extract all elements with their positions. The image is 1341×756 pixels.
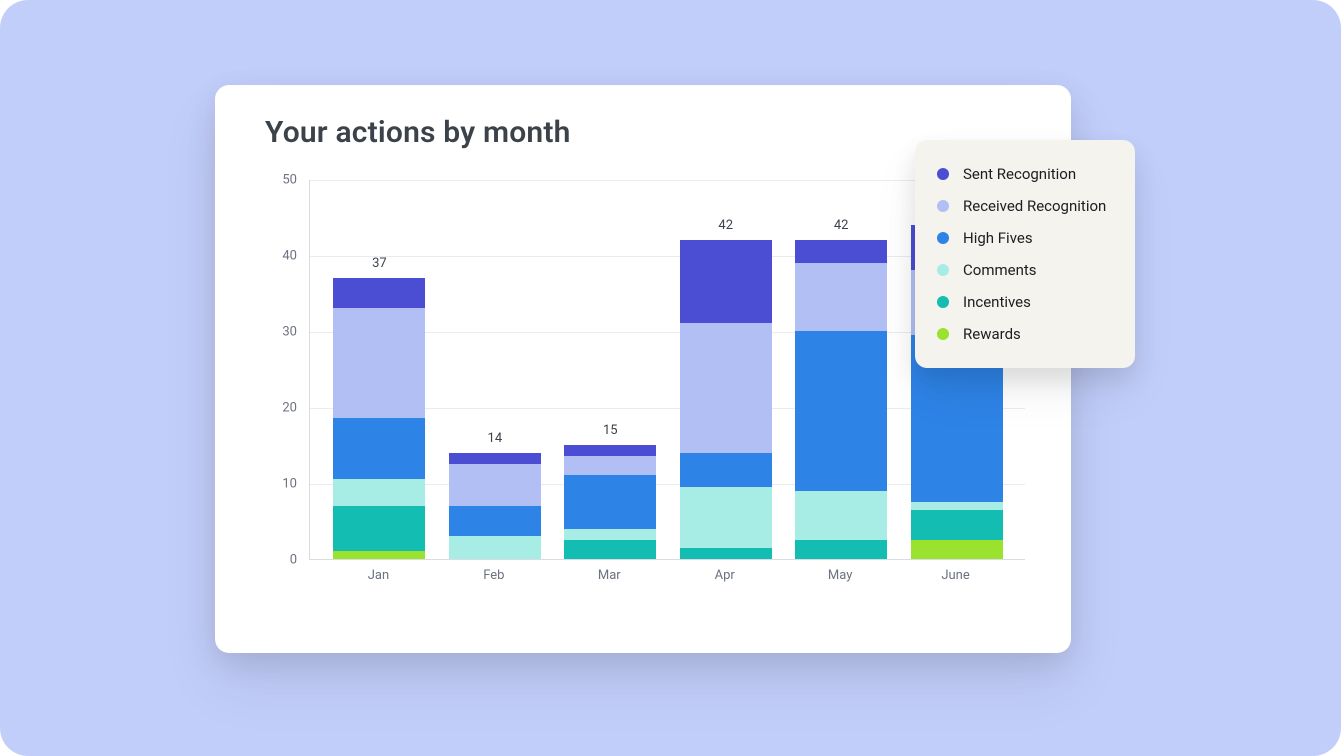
bar-total-label: 14	[488, 431, 503, 446]
bar-segment	[911, 510, 1003, 540]
bar-segment	[680, 453, 772, 487]
stacked-bar: 42	[795, 240, 887, 559]
legend-swatch	[937, 264, 949, 276]
bar-segment	[795, 331, 887, 491]
x-tick-label: Feb	[448, 568, 540, 583]
stacked-bar: 37	[333, 278, 425, 559]
bar-segment	[911, 502, 1003, 510]
legend-item: Sent Recognition	[937, 158, 1113, 190]
bar-total-label: 42	[718, 218, 733, 233]
bar-segment	[449, 453, 541, 464]
bar-segment	[680, 548, 772, 559]
x-axis: Jan Feb Mar Apr May June	[309, 568, 1025, 588]
bar-segment	[449, 464, 541, 506]
bar-segment	[333, 479, 425, 506]
bar-segment	[564, 475, 656, 528]
stacked-bar: 42	[680, 240, 772, 559]
bar-segment	[795, 540, 887, 559]
bar-segment	[795, 491, 887, 540]
chart-title: Your actions by month	[265, 115, 1021, 150]
bar-segment	[333, 308, 425, 418]
page-background: Your actions by month 01020304050 371415…	[0, 0, 1341, 756]
bar-segment	[795, 240, 887, 263]
legend-swatch	[937, 168, 949, 180]
bar-segment	[680, 323, 772, 452]
y-tick-label: 20	[265, 401, 297, 416]
bar-segment	[564, 529, 656, 540]
y-tick-label: 0	[265, 553, 297, 568]
legend-item: High Fives	[937, 222, 1113, 254]
y-axis: 01020304050	[265, 180, 309, 560]
legend-label: High Fives	[963, 229, 1033, 247]
legend-label: Comments	[963, 261, 1037, 279]
y-tick-label: 30	[265, 325, 297, 340]
legend-label: Received Recognition	[963, 197, 1106, 215]
legend-swatch	[937, 328, 949, 340]
bar-segment	[680, 240, 772, 324]
legend-swatch	[937, 296, 949, 308]
bar-segment	[564, 445, 656, 456]
x-tick-label: Mar	[563, 568, 655, 583]
stacked-bar: 15	[564, 445, 656, 559]
legend-label: Rewards	[963, 325, 1021, 343]
bar-segment	[333, 418, 425, 479]
x-tick-label: Apr	[679, 568, 771, 583]
bar-total-label: 42	[834, 218, 849, 233]
legend-label: Sent Recognition	[963, 165, 1076, 183]
bar-segment	[333, 278, 425, 308]
y-tick-label: 40	[265, 249, 297, 264]
legend-label: Incentives	[963, 293, 1031, 311]
bar-segment	[449, 536, 541, 559]
legend-item: Received Recognition	[937, 190, 1113, 222]
bar-segment	[680, 487, 772, 548]
legend-item: Comments	[937, 254, 1113, 286]
chart-area: 01020304050 3714154242 JanFebMarAprMayJu…	[265, 180, 1025, 560]
x-tick-label: Jan	[332, 568, 424, 583]
y-tick-label: 50	[265, 173, 297, 188]
bar-segment	[564, 456, 656, 475]
legend-swatch	[937, 200, 949, 212]
legend-swatch	[937, 232, 949, 244]
x-tick-label: June	[910, 568, 1002, 583]
x-tick-label: May	[794, 568, 886, 583]
legend-item: Incentives	[937, 286, 1113, 318]
bar-segment	[449, 506, 541, 536]
stacked-bar: 14	[449, 453, 541, 559]
bar-segment	[333, 506, 425, 552]
bar-total-label: 37	[372, 256, 387, 271]
bar-segment	[795, 263, 887, 331]
legend-item: Rewards	[937, 318, 1113, 350]
bar-segment	[911, 540, 1003, 559]
bar-segment	[333, 551, 425, 559]
bar-segment	[564, 540, 656, 559]
legend: Sent Recognition Received Recognition High…	[915, 140, 1135, 368]
y-tick-label: 10	[265, 477, 297, 492]
bar-total-label: 15	[603, 423, 618, 438]
